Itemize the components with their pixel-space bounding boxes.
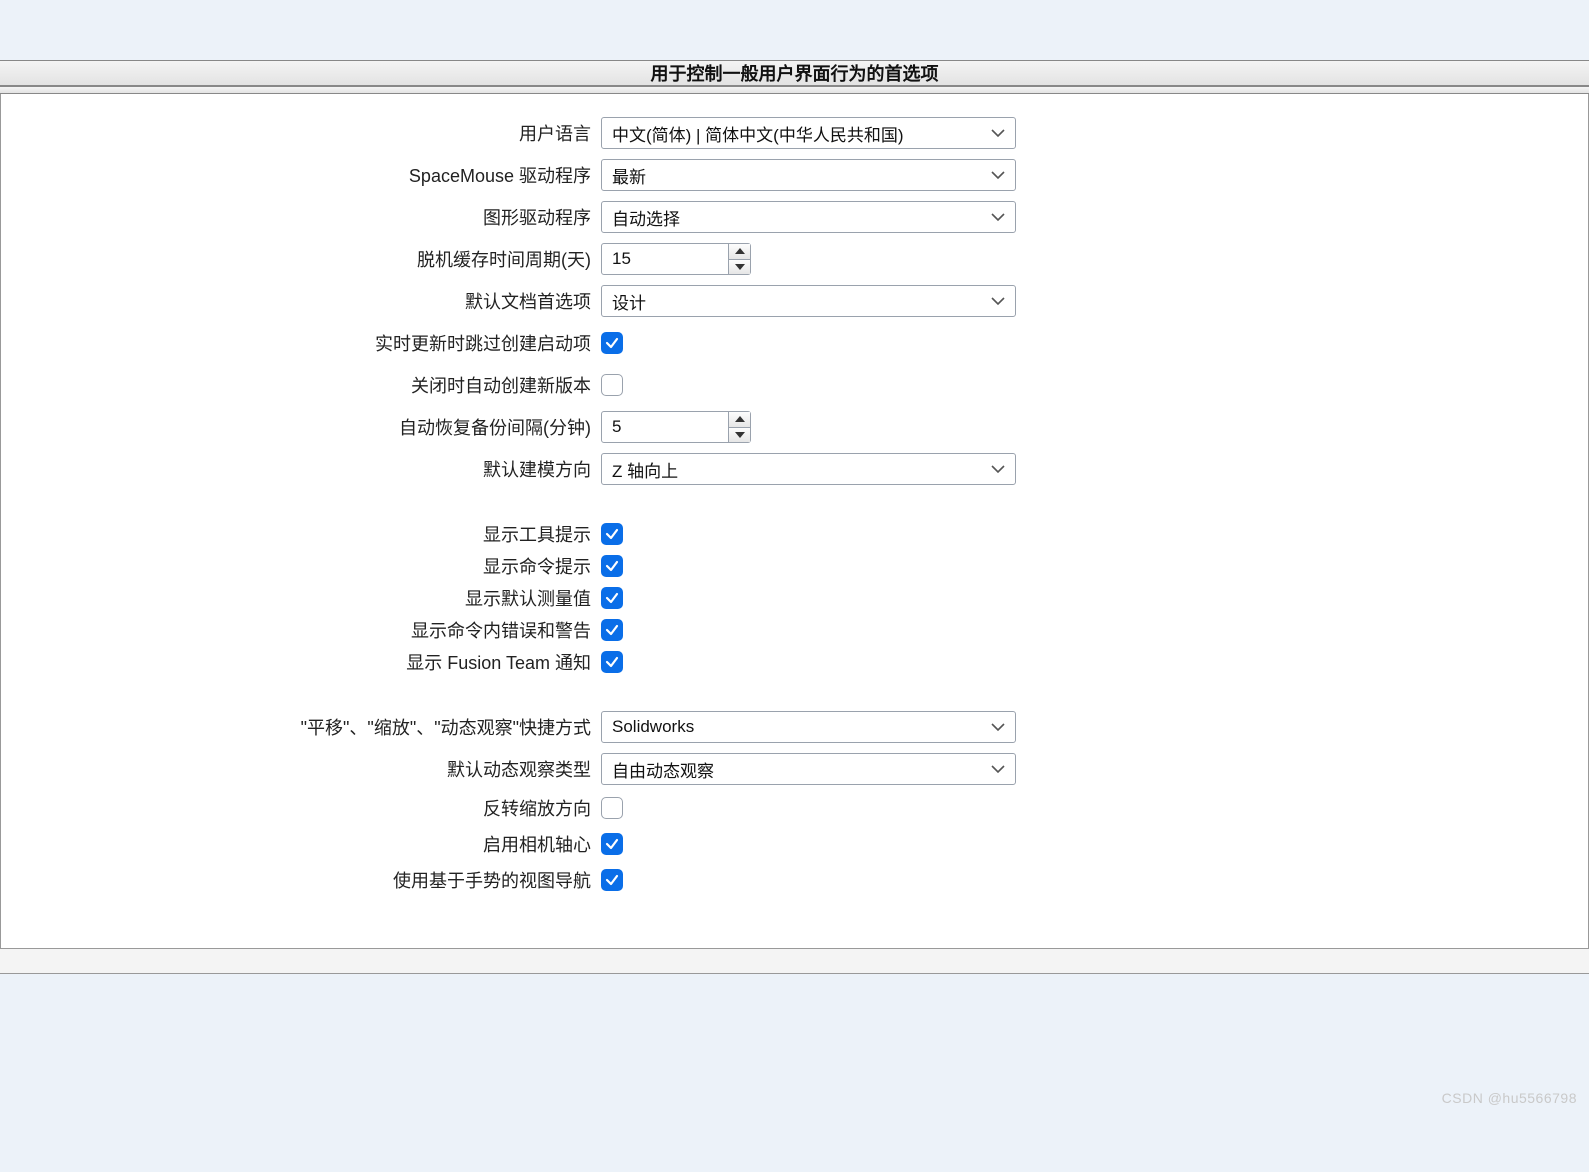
- row-reverse-zoom: 反转缩放方向: [1, 790, 1588, 826]
- row-spacemouse: SpaceMouse 驱动程序 最新: [1, 154, 1588, 196]
- label-fusion-team-notif: 显示 Fusion Team 通知: [1, 649, 601, 675]
- section-gap: [1, 490, 1588, 518]
- chevron-down-icon: [991, 764, 1005, 774]
- checkbox-reverse-zoom[interactable]: [601, 797, 623, 819]
- chevron-down-icon: [991, 722, 1005, 732]
- label-reverse-zoom: 反转缩放方向: [1, 795, 601, 821]
- select-spacemouse[interactable]: 最新: [601, 159, 1016, 191]
- checkbox-show-tool-tips[interactable]: [601, 523, 623, 545]
- checkbox-auto-create-version[interactable]: [601, 374, 623, 396]
- row-pan-zoom-orbit: "平移"、"缩放"、"动态观察"快捷方式 Solidworks: [1, 706, 1588, 748]
- row-graphics-driver: 图形驱动程序 自动选择: [1, 196, 1588, 238]
- chevron-down-icon: [991, 464, 1005, 474]
- label-show-tool-tips: 显示工具提示: [1, 521, 601, 547]
- row-fusion-team-notif: 显示 Fusion Team 通知: [1, 646, 1588, 678]
- select-pan-zoom-orbit[interactable]: Solidworks: [601, 711, 1016, 743]
- label-offline-cache: 脱机缓存时间周期(天): [1, 246, 601, 272]
- checkbox-skip-create-startup[interactable]: [601, 332, 623, 354]
- checkbox-show-command-errors[interactable]: [601, 619, 623, 641]
- chevron-down-icon: [991, 212, 1005, 222]
- label-show-default-measure: 显示默认测量值: [1, 585, 601, 611]
- select-user-language[interactable]: 中文(简体) | 简体中文(中华人民共和国): [601, 117, 1016, 149]
- select-graphics-driver-value: 自动选择: [612, 205, 680, 230]
- row-auto-create-version: 关闭时自动创建新版本: [1, 364, 1588, 406]
- row-default-orbit: 默认动态观察类型 自由动态观察: [1, 748, 1588, 790]
- chevron-down-icon: [991, 128, 1005, 138]
- checkbox-camera-pivot[interactable]: [601, 833, 623, 855]
- checkbox-gesture-nav[interactable]: [601, 869, 623, 891]
- spin-auto-backup-buttons: [728, 412, 750, 442]
- label-auto-create-version: 关闭时自动创建新版本: [1, 372, 601, 398]
- select-spacemouse-value: 最新: [612, 163, 646, 188]
- prefs-body: 用户语言 中文(简体) | 简体中文(中华人民共和国) SpaceMouse 驱…: [0, 94, 1589, 948]
- select-default-orbit-value: 自由动态观察: [612, 757, 714, 782]
- checkbox-fusion-team-notif[interactable]: [601, 651, 623, 673]
- row-gesture-nav: 使用基于手势的视图导航: [1, 862, 1588, 898]
- checkbox-show-default-measure[interactable]: [601, 587, 623, 609]
- label-pan-zoom-orbit: "平移"、"缩放"、"动态观察"快捷方式: [1, 714, 601, 740]
- select-modeling-orientation[interactable]: Z 轴向上: [601, 453, 1016, 485]
- label-gesture-nav: 使用基于手势的视图导航: [1, 867, 601, 893]
- row-auto-backup: 自动恢复备份间隔(分钟) 5: [1, 406, 1588, 448]
- spin-offline-cache-value: 15: [602, 249, 728, 269]
- spin-auto-backup-value: 5: [602, 417, 728, 437]
- row-default-doc: 默认文档首选项 设计: [1, 280, 1588, 322]
- prefs-footer-bar: [0, 948, 1589, 974]
- spin-up-button[interactable]: [729, 412, 750, 427]
- row-show-command-prompt: 显示命令提示: [1, 550, 1588, 582]
- label-modeling-orientation: 默认建模方向: [1, 456, 601, 482]
- prefs-title: 用于控制一般用户界面行为的首选项: [651, 60, 939, 86]
- label-spacemouse: SpaceMouse 驱动程序: [1, 162, 601, 188]
- select-default-doc[interactable]: 设计: [601, 285, 1016, 317]
- spin-auto-backup[interactable]: 5: [601, 411, 751, 443]
- label-show-command-prompt: 显示命令提示: [1, 553, 601, 579]
- select-pan-zoom-orbit-value: Solidworks: [612, 717, 694, 737]
- chevron-down-icon: [991, 296, 1005, 306]
- row-user-language: 用户语言 中文(简体) | 简体中文(中华人民共和国): [1, 112, 1588, 154]
- row-camera-pivot: 启用相机轴心: [1, 826, 1588, 862]
- watermark-text: CSDN @hu5566798: [1442, 1090, 1577, 1106]
- chevron-down-icon: [991, 170, 1005, 180]
- select-graphics-driver[interactable]: 自动选择: [601, 201, 1016, 233]
- label-show-command-errors: 显示命令内错误和警告: [1, 617, 601, 643]
- label-auto-backup: 自动恢复备份间隔(分钟): [1, 414, 601, 440]
- spin-down-button[interactable]: [729, 259, 750, 275]
- row-skip-create-startup: 实时更新时跳过创建启动项: [1, 322, 1588, 364]
- section-gap: [1, 678, 1588, 706]
- checkbox-show-command-prompt[interactable]: [601, 555, 623, 577]
- row-show-default-measure: 显示默认测量值: [1, 582, 1588, 614]
- spin-down-button[interactable]: [729, 427, 750, 443]
- label-default-doc: 默认文档首选项: [1, 288, 601, 314]
- row-offline-cache: 脱机缓存时间周期(天) 15: [1, 238, 1588, 280]
- label-graphics-driver: 图形驱动程序: [1, 204, 601, 230]
- label-user-language: 用户语言: [1, 120, 601, 146]
- select-default-doc-value: 设计: [612, 289, 646, 314]
- row-show-command-errors: 显示命令内错误和警告: [1, 614, 1588, 646]
- label-skip-create-startup: 实时更新时跳过创建启动项: [1, 330, 601, 356]
- prefs-subheader-bar: [0, 86, 1589, 94]
- select-modeling-orientation-value: Z 轴向上: [612, 457, 678, 482]
- label-camera-pivot: 启用相机轴心: [1, 831, 601, 857]
- spin-offline-cache-buttons: [728, 244, 750, 274]
- row-show-tool-tips: 显示工具提示: [1, 518, 1588, 550]
- select-default-orbit[interactable]: 自由动态观察: [601, 753, 1016, 785]
- row-modeling-orientation: 默认建模方向 Z 轴向上: [1, 448, 1588, 490]
- prefs-header: 用于控制一般用户界面行为的首选项: [0, 60, 1589, 86]
- label-default-orbit: 默认动态观察类型: [1, 756, 601, 782]
- spin-offline-cache[interactable]: 15: [601, 243, 751, 275]
- select-user-language-value: 中文(简体) | 简体中文(中华人民共和国): [612, 121, 904, 146]
- spin-up-button[interactable]: [729, 244, 750, 259]
